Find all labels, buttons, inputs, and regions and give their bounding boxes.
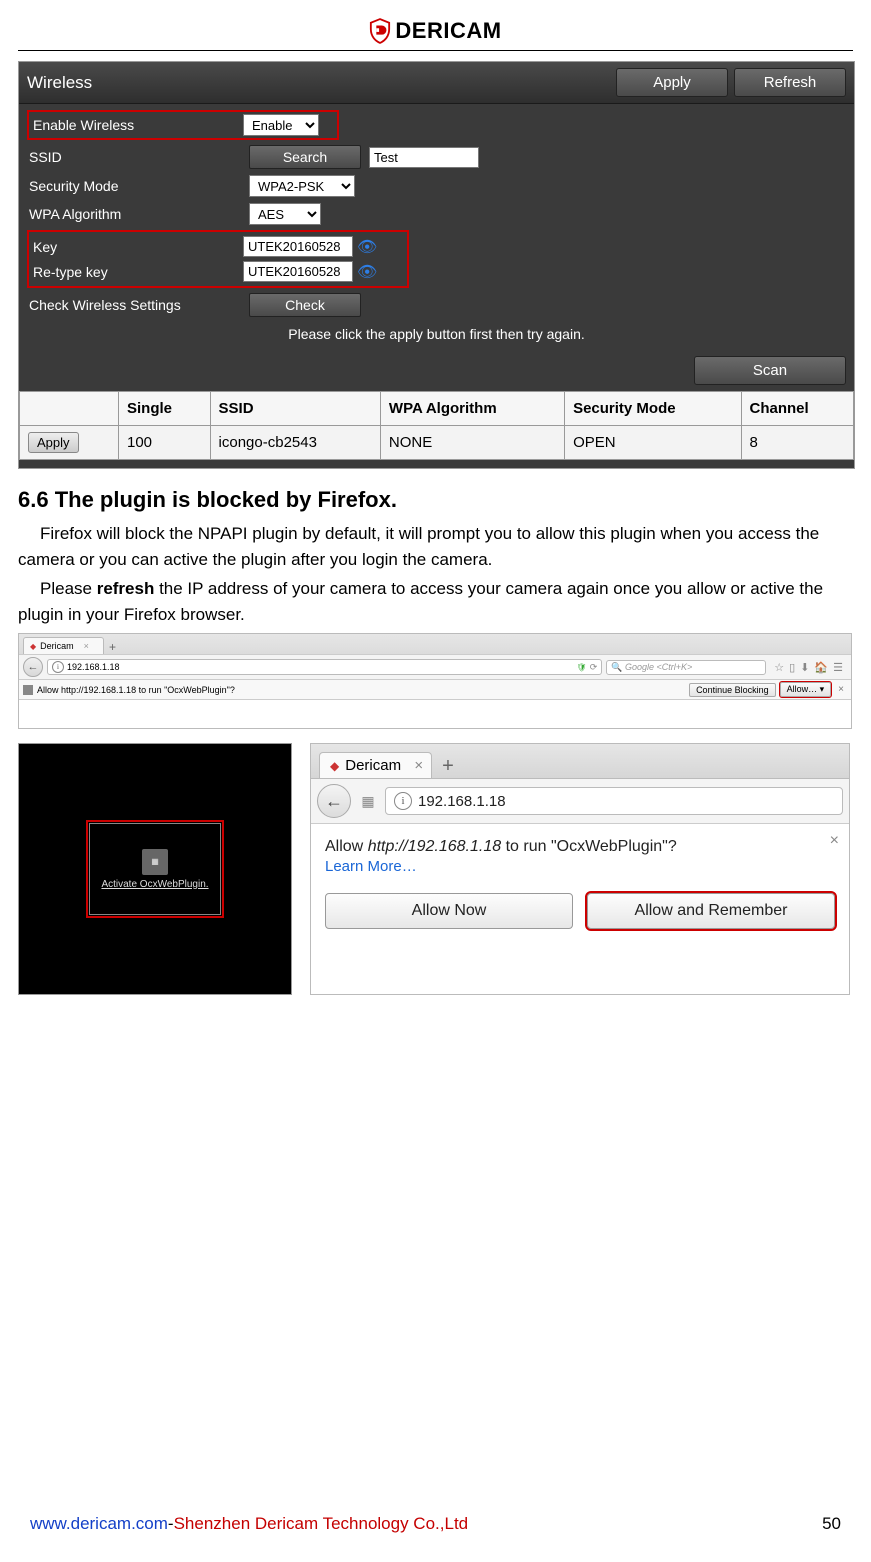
wifi-scan-table: Single SSID WPA Algorithm Security Mode … [19,391,854,460]
wireless-panel-header: Wireless Apply Refresh [19,62,854,104]
paragraph-2: Please refresh the IP address of your ca… [18,576,853,627]
paragraph-1: Firefox will block the NPAPI plugin by d… [18,521,853,572]
check-button[interactable]: Check [249,293,361,317]
plugin-lego-icon: ▦ [142,849,168,875]
url-bar[interactable]: i 192.168.1.18 🛡 ⟳ [47,659,602,675]
wireless-panel-title: Wireless [27,73,92,93]
tab-favicon-icon: ◆ [330,759,339,773]
continue-blocking-button[interactable]: Continue Blocking [689,683,776,697]
activate-plugin-box[interactable]: ▦ Activate OcxWebPlugin. [89,823,221,915]
enable-wireless-label: Enable Wireless [33,117,243,133]
browser-tab[interactable]: ◆ Dericam × [23,637,104,654]
shield-icon [369,18,391,44]
info-icon: i [394,792,412,810]
prompt-text: Allow http://192.168.1.18 to run "OcxWeb… [325,838,835,856]
plugin-prompt-panel: × Allow http://192.168.1.18 to run "OcxW… [311,824,849,994]
firefox-tab-strip: ◆ Dericam × + [311,744,849,779]
page-footer: www.dericam.com-Shenzhen Dericam Technol… [30,1514,841,1534]
retype-key-input[interactable] [243,261,353,282]
header-rule [18,50,853,51]
learn-more-link[interactable]: Learn More… [325,858,835,875]
cell-ssid: icongo-cb2543 [210,426,380,460]
refresh-button[interactable]: Refresh [734,68,846,97]
firefox-url-row: ← i 192.168.1.18 🛡 ⟳ 🔍 Google <Ctrl+K> ☆… [19,654,851,680]
ssid-input[interactable] [369,147,479,168]
menu-icon[interactable]: ☰ [833,661,843,674]
allow-and-remember-button[interactable]: Allow and Remember [587,893,835,929]
enable-wireless-select[interactable]: Enable [243,114,319,136]
retype-key-label: Re-type key [33,264,243,280]
footer-url[interactable]: www.dericam.com [30,1514,168,1533]
bookmarks-icon[interactable]: ▯ [789,661,795,674]
tab-title: Dericam [40,641,74,651]
plugin-icon [23,685,33,695]
tab-title: Dericam [345,757,401,774]
back-button[interactable]: ← [317,784,351,818]
scan-button[interactable]: Scan [694,356,846,385]
page-number: 50 [822,1514,841,1534]
allow-button[interactable]: Allow… ▾ [780,682,832,697]
key-input[interactable] [243,236,353,257]
col-wpa: WPA Algorithm [380,392,564,426]
close-icon[interactable]: × [830,832,839,850]
plugin-info-bar: Allow http://192.168.1.18 to run "OcxWeb… [19,680,851,700]
url-bar[interactable]: i 192.168.1.18 [385,787,843,815]
table-row: Apply 100 icongo-cb2543 NONE OPEN 8 [20,426,854,460]
browser-tab[interactable]: ◆ Dericam × [319,752,432,778]
back-button[interactable]: ← [23,657,43,677]
row-apply-button[interactable]: Apply [28,432,79,453]
wireless-settings-screenshot: Wireless Apply Refresh Enable Wireless E… [18,61,855,469]
key-label: Key [33,239,243,255]
plugin-placeholder-screenshot: ▦ Activate OcxWebPlugin. [18,743,292,995]
wireless-hint: Please click the apply button first then… [19,320,854,352]
table-header-row: Single SSID WPA Algorithm Security Mode … [20,392,854,426]
info-bar-text: Allow http://192.168.1.18 to run "OcxWeb… [37,685,235,695]
cell-channel: 8 [741,426,854,460]
activate-plugin-caption: Activate OcxWebPlugin. [101,879,208,890]
star-icon[interactable]: ☆ [774,661,784,674]
tab-close-icon[interactable]: × [414,757,423,774]
apply-button[interactable]: Apply [616,68,728,97]
wpa-algorithm-select[interactable]: AES [249,203,321,225]
security-mode-label: Security Mode [29,178,249,194]
toolbar-icons: ☆ ▯ ⬇ 🏠 ☰ [770,661,847,674]
col-ssid: SSID [210,392,380,426]
brand-name: DERICAM [395,18,501,44]
search-button[interactable]: Search [249,145,361,169]
close-icon[interactable]: × [835,684,847,695]
firefox-large-screenshot: ◆ Dericam × + ← ▦ i 192.168.1.18 × Allow… [310,743,850,995]
url-text: 192.168.1.18 [67,662,120,672]
cell-single: 100 [119,426,211,460]
shield-icon: 🛡 [577,663,587,672]
cell-security: OPEN [565,426,741,460]
section-heading: 6.6 The plugin is blocked by Firefox. [18,487,853,513]
allow-now-button[interactable]: Allow Now [325,893,573,929]
info-icon: i [52,661,64,673]
firefox-tab-strip: ◆ Dericam × + [19,634,851,654]
plugin-bar-icon[interactable]: ▦ [359,793,377,810]
firefox-small-screenshot: ◆ Dericam × + ← i 192.168.1.18 🛡 ⟳ 🔍 Goo… [18,633,852,729]
tab-favicon-icon: ◆ [30,642,36,651]
reload-icon[interactable]: ⟳ [590,662,598,673]
url-text: 192.168.1.18 [418,793,506,810]
col-channel: Channel [741,392,854,426]
wpa-algorithm-label: WPA Algorithm [29,206,249,222]
downloads-icon[interactable]: ⬇ [800,661,809,674]
cell-wpa: NONE [380,426,564,460]
footer-company: Shenzhen Dericam Technology Co.,Ltd [174,1514,469,1533]
col-single: Single [119,392,211,426]
search-bar[interactable]: 🔍 Google <Ctrl+K> [606,660,766,675]
new-tab-icon[interactable]: + [432,755,464,778]
security-mode-select[interactable]: WPA2-PSK [249,175,355,197]
ssid-label: SSID [29,149,249,165]
new-tab-icon[interactable]: + [104,640,121,654]
tab-close-icon[interactable]: × [84,641,89,651]
brand-logo: DERICAM [18,10,853,48]
eye-icon[interactable]: 👁 [357,262,377,282]
eye-icon[interactable]: 👁 [357,237,377,257]
check-wireless-label: Check Wireless Settings [29,297,249,313]
col-security: Security Mode [565,392,741,426]
firefox-url-row: ← ▦ i 192.168.1.18 [311,779,849,824]
home-icon[interactable]: 🏠 [814,661,828,674]
